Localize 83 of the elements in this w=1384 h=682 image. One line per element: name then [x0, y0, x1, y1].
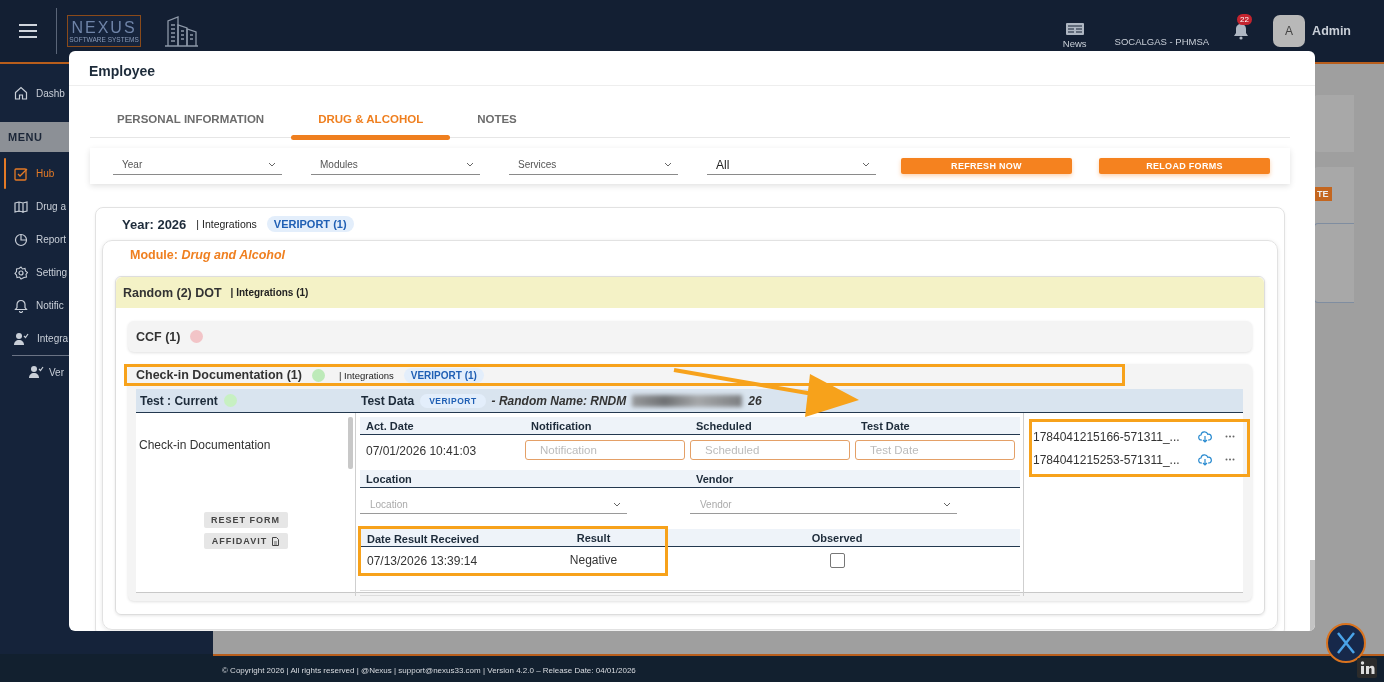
integration-badge: VERIPORT (1) [266, 216, 354, 232]
sidebar-item[interactable]: Dashb [0, 78, 65, 108]
form-button[interactable]: RESET FORM [203, 512, 288, 528]
menu-icon [18, 23, 38, 39]
nav-icon [14, 232, 28, 247]
nav-icon [14, 331, 29, 346]
group-title: Random (2) DOT [123, 285, 222, 300]
buildings-icon [164, 15, 199, 47]
file-name[interactable]: 1784041215166-571311_... [1033, 429, 1192, 444]
random-name: - Random Name: RNDM [491, 393, 627, 408]
company-name[interactable]: SOCALGAS - PHMSA [1114, 15, 1210, 47]
form-title[interactable]: Check-in Documentation (1) [136, 368, 302, 382]
sidebar-item[interactable]: Report [0, 223, 66, 256]
user-name[interactable]: Admin [1312, 24, 1351, 38]
footer-text: © Copyright 2026 | All rights reserved | @Nexus | support@nexus33.com | Version 4.2.0 – Release Date: 04/01/2026 [222, 666, 636, 675]
form-name: Check-in Documentation [139, 438, 271, 452]
dialog-title: Employee [89, 63, 156, 79]
test-data-title: Test Data [361, 393, 415, 408]
logo-icon [1326, 623, 1366, 663]
sidebar-item[interactable]: Integra [0, 322, 69, 355]
caret-icon [664, 162, 672, 167]
integrations-label: | Integrations [196, 218, 257, 230]
more-icon [1225, 435, 1235, 438]
field-label: Notification [530, 419, 593, 432]
integrations-label: | Integrations (1) [230, 287, 309, 298]
download-icon [1198, 430, 1212, 443]
field-label: Vendor [695, 472, 735, 485]
nav-icon [14, 199, 28, 214]
user-check-icon [29, 365, 44, 379]
field-label: Scheduled [695, 419, 753, 432]
news-icon [1064, 21, 1085, 36]
panel-background [1314, 95, 1354, 152]
nav-icon [14, 166, 28, 181]
file-name[interactable]: 1784041215253-571311_... [1033, 452, 1192, 467]
field-value: 07/13/2026 13:39:14 [367, 554, 478, 568]
caret-icon [943, 501, 951, 507]
field-label: Result [576, 532, 611, 544]
dropdown[interactable]: Services [509, 157, 678, 175]
download-icon [1198, 453, 1212, 466]
nav-icon [14, 298, 28, 313]
sidebar-item[interactable]: Notific [0, 289, 64, 322]
dropdown[interactable]: All [707, 157, 876, 175]
notification-count: 22 [1237, 14, 1252, 25]
bell-icon [1232, 22, 1251, 40]
integration-badge: VERIPORT (1) [403, 367, 484, 383]
nav-icon [14, 265, 28, 280]
field-label: Date Result Received [367, 533, 479, 545]
module-heading: Module: Drug and Alcohol [130, 248, 286, 262]
field-label: Location [365, 472, 413, 485]
dropdown[interactable]: Year [113, 157, 282, 175]
caret-icon [268, 162, 276, 167]
caret-icon [466, 162, 474, 167]
caret-icon [862, 162, 870, 167]
tab[interactable]: NOTES [450, 100, 544, 137]
field-label: Test Date [860, 419, 911, 432]
field-value: 07/01/2026 10:41:03 [366, 443, 477, 458]
field-label: Observed [811, 531, 863, 544]
nav-icon [14, 86, 28, 100]
integration-badge: VERIPORT [420, 393, 486, 408]
scrollbar[interactable] [1310, 560, 1315, 631]
sidebar-item[interactable]: Ver [0, 356, 64, 388]
scrollbar[interactable] [348, 417, 353, 469]
group-header[interactable]: Random (2) DOT | Integrations (1) [116, 277, 1264, 308]
logo-text: NEXUS [71, 18, 137, 36]
dropdown[interactable]: Modules [311, 157, 480, 175]
avatar[interactable]: A [1273, 15, 1306, 47]
caret-icon [613, 501, 621, 507]
field-label: Act. Date [365, 419, 415, 432]
news-link[interactable]: News [1062, 37, 1087, 49]
form-title[interactable]: CCF (1) [136, 329, 181, 344]
field-value: Negative [569, 553, 618, 567]
random-name-end: 26 [748, 393, 762, 408]
linkedin-icon [1357, 658, 1377, 678]
integrations-label: | Integrations [339, 369, 394, 381]
form-button[interactable]: AFFIDAVIT [203, 533, 288, 549]
sidebar-item[interactable]: Hub [0, 157, 55, 190]
test-status: Test : Current [140, 393, 218, 408]
sidebar-item[interactable]: Setting [0, 256, 68, 289]
checkbox[interactable] [829, 552, 845, 568]
document-icon [272, 536, 280, 546]
sidebar-item[interactable]: Drug a [0, 190, 66, 223]
year-heading: Year: 2026 [122, 216, 187, 232]
more-icon [1225, 458, 1235, 461]
